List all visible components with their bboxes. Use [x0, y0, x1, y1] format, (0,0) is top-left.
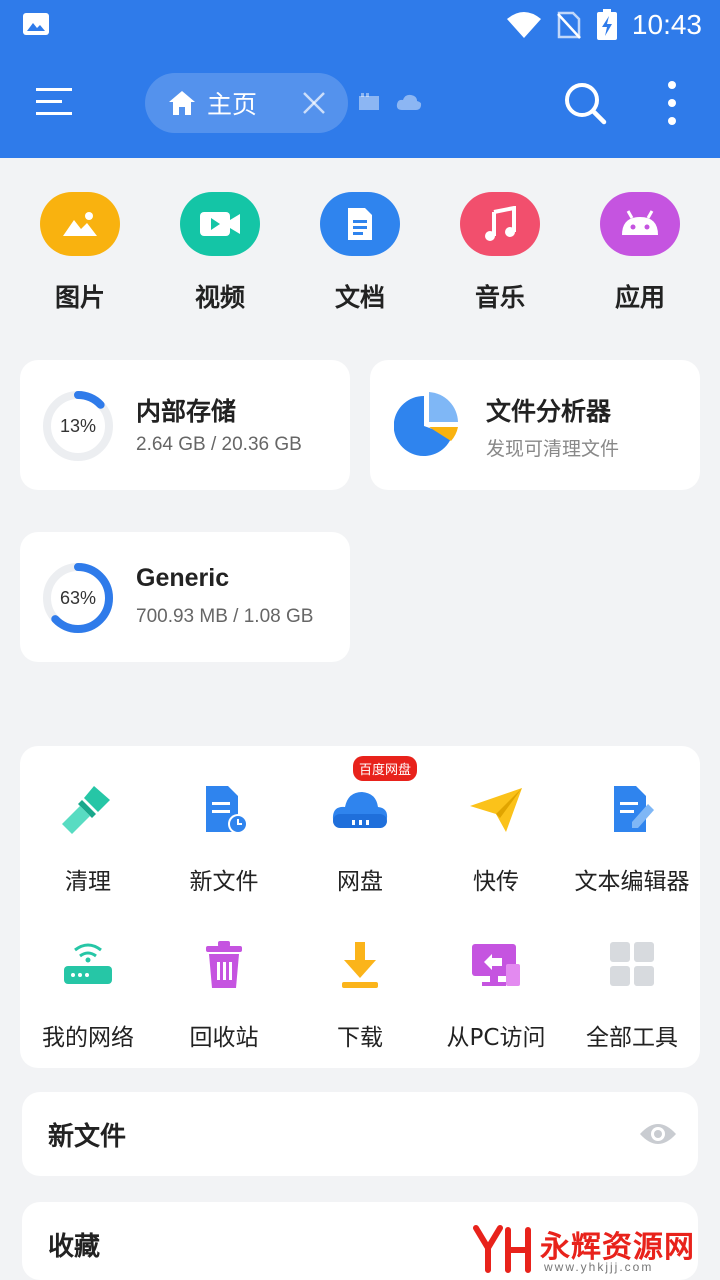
paper-plane-icon [470, 788, 522, 832]
category-documents[interactable]: 文档 [290, 192, 430, 314]
battery-charging-icon [596, 9, 617, 40]
tool-all-tools[interactable]: 全部工具 [564, 938, 700, 1052]
image-icon [40, 192, 120, 256]
tools-panel: 百度网盘 清理 新文件 网盘 快传 文本编辑器 我的网络 回收站 下载 从PC访… [20, 746, 700, 1068]
tool-quick-transfer[interactable]: 快传 [428, 782, 564, 896]
new-files-section[interactable]: 新文件 [22, 1092, 698, 1176]
generic-storage-size: 700.93 MB / 1.08 GB [136, 606, 314, 627]
status-time: 10:43 [631, 9, 702, 40]
category-row: 图片 视频 文档 音乐 应用 [0, 192, 720, 322]
category-label: 应用 [614, 283, 665, 312]
tab-home[interactable]: 主页 [145, 73, 348, 133]
tool-label: 快传 [473, 869, 519, 895]
download-icon [342, 942, 378, 988]
baidu-pan-badge: 百度网盘 [353, 756, 418, 781]
internal-storage-percent: 13% [59, 415, 97, 436]
cloud-icon[interactable] [396, 92, 422, 112]
category-videos[interactable]: 视频 [150, 192, 290, 314]
pie-chart-icon [394, 392, 458, 456]
tool-downloads[interactable]: 下载 [292, 938, 428, 1052]
tool-cloud-drive[interactable]: 网盘 [292, 782, 428, 896]
grid-icon [610, 942, 654, 986]
category-music[interactable]: 音乐 [430, 192, 570, 314]
menu-icon[interactable] [30, 80, 78, 124]
video-icon [180, 192, 260, 256]
router-icon [64, 943, 112, 984]
internal-storage-title: 内部存储 [136, 397, 237, 426]
tool-label: 文本编辑器 [574, 869, 690, 895]
tool-text-editor[interactable]: 文本编辑器 [564, 782, 700, 896]
tool-label: 回收站 [189, 1025, 259, 1051]
generic-storage-percent: 63% [59, 587, 97, 608]
brush-icon [62, 786, 110, 834]
pc-access-icon [472, 944, 520, 986]
tool-new-files[interactable]: 新文件 [156, 782, 292, 896]
toolbar: 主页 [0, 60, 720, 148]
tool-clean[interactable]: 清理 [20, 782, 156, 896]
file-analyzer-title: 文件分析器 [486, 397, 612, 426]
eye-icon[interactable] [638, 1120, 678, 1148]
watermark: 永辉资源网 www.yhkjjj.com [470, 1220, 710, 1280]
close-tab-icon[interactable] [302, 91, 326, 115]
status-bar: 10:43 [0, 0, 720, 50]
tool-recycle-bin[interactable]: 回收站 [156, 938, 292, 1052]
favorites-title: 收藏 [48, 1232, 101, 1262]
sd-card-icon[interactable] [357, 92, 381, 112]
android-icon [600, 192, 680, 256]
watermark-logo-icon [473, 1225, 531, 1273]
search-icon[interactable] [562, 80, 608, 126]
tool-label: 从PC访问 [446, 1025, 546, 1051]
file-analyzer-subtitle: 发现可清理文件 [486, 439, 620, 460]
category-label: 文档 [334, 283, 385, 312]
home-icon [169, 91, 195, 115]
music-icon [460, 192, 540, 256]
more-options-icon[interactable] [660, 80, 684, 126]
category-apps[interactable]: 应用 [570, 192, 710, 314]
internal-storage-card[interactable]: 13% 内部存储 2.64 GB / 20.36 GB [20, 360, 350, 490]
tool-label: 网盘 [337, 869, 383, 895]
tool-label: 全部工具 [586, 1025, 678, 1051]
gallery-notification-icon [23, 13, 49, 35]
tab-home-label: 主页 [207, 90, 258, 119]
category-label: 音乐 [474, 283, 525, 312]
tool-my-network[interactable]: 我的网络 [20, 938, 156, 1052]
document-icon [320, 192, 400, 256]
category-label: 视频 [194, 283, 245, 312]
category-label: 图片 [54, 283, 105, 312]
tool-pc-access[interactable]: 从PC访问 [428, 938, 564, 1052]
no-sim-icon [557, 11, 581, 39]
generic-storage-card[interactable]: 63% Generic 700.93 MB / 1.08 GB [20, 532, 350, 662]
tool-label: 下载 [337, 1025, 383, 1051]
cloud-drive-icon [332, 792, 388, 828]
tool-label: 新文件 [189, 869, 259, 895]
text-editor-icon [614, 786, 654, 832]
internal-storage-size: 2.64 GB / 20.36 GB [136, 434, 302, 455]
category-images[interactable]: 图片 [10, 192, 150, 314]
tool-label: 我的网络 [42, 1025, 134, 1051]
new-files-title: 新文件 [48, 1122, 127, 1152]
app-header: 10:43 主页 [0, 0, 720, 158]
trash-icon [206, 941, 242, 988]
wifi-icon [506, 12, 541, 38]
file-analyzer-card[interactable]: 文件分析器 发现可清理文件 [370, 360, 700, 490]
watermark-url: www.yhkjjj.com [544, 1260, 654, 1274]
tool-label: 清理 [65, 869, 111, 895]
new-file-icon [206, 786, 248, 834]
generic-storage-title: Generic [136, 564, 230, 592]
